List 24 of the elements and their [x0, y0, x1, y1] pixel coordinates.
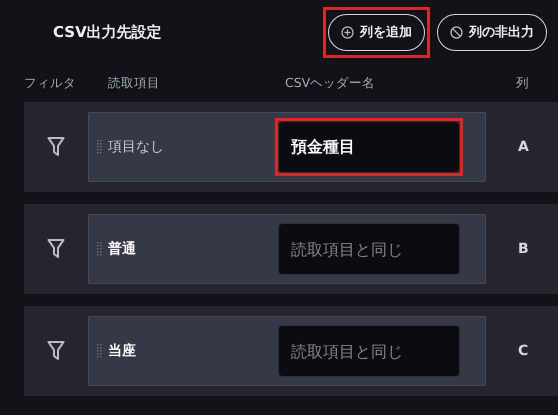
- filter-icon[interactable]: [47, 238, 65, 260]
- column-letter: B: [518, 241, 529, 257]
- column-letter: A: [518, 139, 529, 155]
- add-column-button[interactable]: 列を追加: [328, 14, 425, 50]
- filter-icon[interactable]: [47, 136, 65, 158]
- panel-title: CSV出力先設定: [53, 22, 163, 42]
- drag-handle-icon[interactable]: [97, 140, 102, 154]
- drag-handle-icon[interactable]: [97, 242, 102, 256]
- source-item: 項目なし: [108, 138, 165, 156]
- column-header: 読取項目: [108, 74, 161, 92]
- drag-handle-icon[interactable]: [97, 344, 102, 358]
- column-letter: C: [518, 343, 528, 359]
- header-name-field[interactable]: 読取項目と同じ: [278, 223, 460, 275]
- column-header: 列: [516, 74, 530, 92]
- column-header: CSVヘッダー名: [285, 74, 376, 92]
- plus-circle-icon: [341, 26, 354, 38]
- prohibited-icon: [450, 26, 463, 38]
- source-item: 当座: [108, 342, 137, 360]
- filter-icon[interactable]: [47, 340, 65, 362]
- column-header: フィルタ: [24, 74, 77, 92]
- header-name-field[interactable]: 読取項目と同じ: [278, 325, 460, 377]
- header-name-field[interactable]: 預金種目: [278, 121, 460, 173]
- source-item: 普通: [108, 240, 137, 258]
- hide-column-button[interactable]: 列の非出力: [437, 14, 547, 50]
